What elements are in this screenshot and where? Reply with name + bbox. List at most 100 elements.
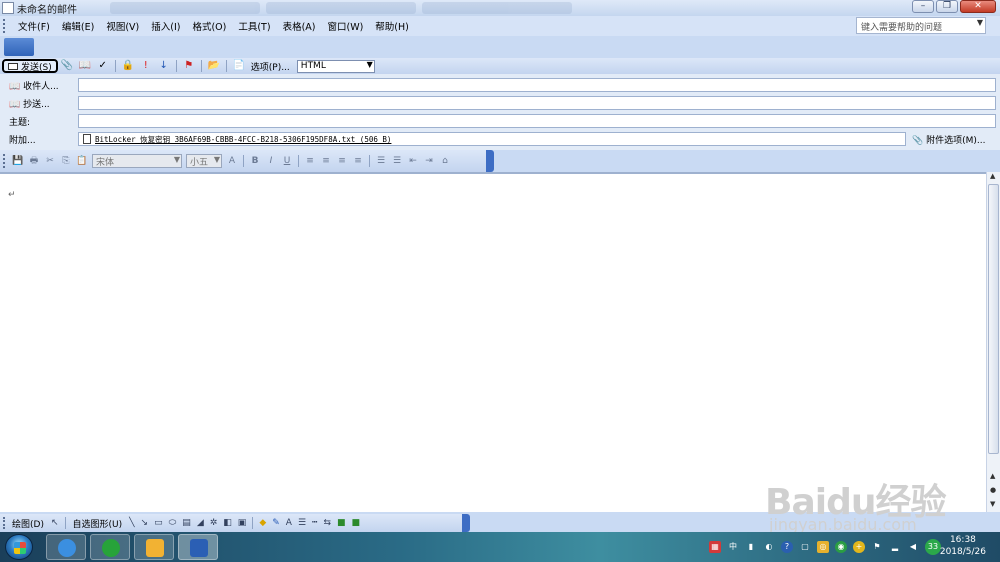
select-objects-icon[interactable]: ↖ bbox=[51, 518, 59, 528]
send-button[interactable]: 发送(S) bbox=[2, 59, 58, 73]
message-format-select[interactable]: HTML ▼ bbox=[296, 59, 375, 73]
app-tray-icon[interactable]: ◉ bbox=[835, 541, 847, 553]
previous-page-icon[interactable]: ▲ bbox=[990, 472, 995, 480]
align-center-icon[interactable]: ≡ bbox=[320, 156, 332, 166]
paste-icon[interactable]: 📋 bbox=[76, 156, 88, 166]
line-color-icon[interactable]: ✎ bbox=[272, 518, 280, 528]
low-importance-icon[interactable]: ↓ bbox=[158, 60, 170, 72]
attach-label[interactable]: 附加... bbox=[9, 133, 36, 146]
save-icon[interactable]: 💾 bbox=[12, 156, 24, 166]
bullet-list-icon[interactable]: ☰ bbox=[391, 156, 403, 166]
fill-color-icon[interactable]: ◆ bbox=[259, 518, 266, 528]
dash-style-icon[interactable]: ┅ bbox=[312, 518, 317, 528]
help-search-input[interactable]: 键入需要帮助的问题 ▼ bbox=[856, 17, 986, 34]
badge-icon[interactable]: 33 bbox=[925, 539, 941, 555]
folder-icon[interactable]: 📂 bbox=[208, 60, 220, 72]
taskbar-app-browser[interactable] bbox=[90, 534, 130, 560]
to-field[interactable] bbox=[78, 78, 996, 92]
autoshapes-button[interactable]: 自选图形(U) bbox=[73, 517, 123, 530]
close-button[interactable]: ✕ bbox=[960, 0, 996, 13]
toolbar-grip-icon[interactable] bbox=[3, 517, 6, 529]
format-painter-icon[interactable]: ⌂ bbox=[439, 156, 451, 166]
arrow-icon[interactable]: ↘ bbox=[141, 518, 149, 528]
scrollbar-thumb[interactable] bbox=[988, 184, 999, 454]
print-icon[interactable]: 🖶 bbox=[28, 153, 40, 169]
attachment-options-button[interactable]: 📎 附件选项(M)... bbox=[912, 133, 985, 146]
increase-indent-icon[interactable]: ⇥ bbox=[423, 156, 435, 166]
taskbar-app-outlook[interactable] bbox=[134, 534, 174, 560]
font-color-icon[interactable]: A bbox=[286, 518, 292, 528]
align-left-icon[interactable]: ≡ bbox=[304, 156, 316, 166]
highlight-color-icon[interactable]: A bbox=[226, 156, 238, 166]
address-book-icon[interactable]: 📖 bbox=[79, 60, 91, 72]
3d-style-icon[interactable]: ■ bbox=[352, 518, 361, 528]
taskbar-app-ie[interactable] bbox=[46, 534, 86, 560]
minimize-button[interactable]: – bbox=[912, 0, 934, 13]
menu-edit[interactable]: 编辑(E) bbox=[56, 19, 100, 33]
collapsed-toolbar[interactable] bbox=[4, 38, 34, 56]
attachment-field[interactable]: BitLocker 恢复密钥 3B6AF69B-CBBB-4FCC-B218-5… bbox=[78, 132, 906, 146]
network-icon[interactable]: ▂ bbox=[889, 541, 901, 553]
line-style-icon[interactable]: ☰ bbox=[298, 518, 306, 528]
decrease-indent-icon[interactable]: ⇤ bbox=[407, 156, 419, 166]
permission-icon[interactable]: 🔒 bbox=[122, 60, 134, 72]
menu-format[interactable]: 格式(O) bbox=[186, 19, 232, 33]
toolbar-overflow-button[interactable] bbox=[486, 150, 494, 172]
textbox-icon[interactable]: ▤ bbox=[182, 518, 191, 528]
scroll-up-icon[interactable]: ▲ bbox=[990, 172, 995, 180]
check-names-icon[interactable]: ✓ bbox=[97, 60, 109, 72]
menu-file[interactable]: 文件(F) bbox=[12, 19, 56, 33]
select-browse-object-icon[interactable]: ● bbox=[990, 486, 996, 494]
numbered-list-icon[interactable]: ☰ bbox=[375, 156, 387, 166]
menu-help[interactable]: 帮助(H) bbox=[369, 19, 415, 33]
clipart-icon[interactable]: ◧ bbox=[223, 518, 232, 528]
add-icon[interactable]: + bbox=[853, 541, 865, 553]
menu-window[interactable]: 窗口(W) bbox=[321, 19, 369, 33]
start-button[interactable] bbox=[5, 534, 33, 560]
arrow-style-icon[interactable]: ⇆ bbox=[323, 518, 331, 528]
menu-tools[interactable]: 工具(T) bbox=[232, 19, 276, 33]
menu-view[interactable]: 视图(V) bbox=[100, 19, 145, 33]
align-right-icon[interactable]: ≡ bbox=[336, 156, 348, 166]
underline-button[interactable]: U bbox=[281, 156, 293, 166]
picture-icon[interactable]: ▣ bbox=[238, 518, 247, 528]
line-icon[interactable]: ╲ bbox=[129, 518, 134, 528]
language-indicator[interactable]: 中 bbox=[727, 541, 739, 553]
bold-button[interactable]: B bbox=[249, 156, 261, 166]
next-page-icon[interactable]: ▼ bbox=[990, 500, 995, 508]
wordart-icon[interactable]: ◢ bbox=[197, 518, 204, 528]
italic-button[interactable]: I bbox=[265, 156, 277, 166]
font-size-select[interactable]: 小五 ▼ bbox=[186, 154, 222, 168]
to-label[interactable]: 📖 收件人... bbox=[9, 79, 59, 92]
ime-options-icon[interactable]: ◐ bbox=[763, 541, 775, 553]
toolbar-overflow-button[interactable] bbox=[462, 514, 470, 532]
font-name-select[interactable]: 宋体 ▼ bbox=[92, 154, 182, 168]
justify-icon[interactable]: ≡ bbox=[352, 156, 364, 166]
subject-field[interactable] bbox=[78, 114, 996, 128]
copy-icon[interactable]: ⎘ bbox=[60, 156, 72, 166]
input-method-icon[interactable]: ▦ bbox=[709, 541, 721, 553]
diagram-icon[interactable]: ✲ bbox=[210, 518, 218, 528]
help-icon[interactable]: ? bbox=[781, 541, 793, 553]
shadow-icon[interactable]: ■ bbox=[337, 518, 346, 528]
cc-field[interactable] bbox=[78, 96, 996, 110]
taskbar-app-word[interactable] bbox=[178, 534, 218, 560]
flag-tray-icon[interactable]: ⚑ bbox=[871, 541, 883, 553]
toolbar-grip-icon[interactable] bbox=[3, 154, 6, 168]
vertical-scrollbar[interactable]: ▲ ▲ ● ▼ bbox=[986, 172, 1000, 512]
high-importance-icon[interactable]: ! bbox=[140, 60, 152, 72]
menu-insert[interactable]: 插入(I) bbox=[145, 19, 186, 33]
options-button[interactable]: 选项(P)... bbox=[248, 60, 293, 73]
draw-menu-button[interactable]: 绘图(D) bbox=[12, 517, 44, 530]
attachment-file-link[interactable]: BitLocker 恢复密钥 3B6AF69B-CBBB-4FCC-B218-5… bbox=[95, 134, 391, 145]
rectangle-icon[interactable]: ▭ bbox=[154, 518, 163, 528]
paperclip-icon[interactable]: 📎 bbox=[61, 60, 73, 72]
cc-label[interactable]: 📖 抄送... bbox=[9, 97, 50, 110]
toolbar-grip-icon[interactable] bbox=[3, 19, 6, 33]
flag-icon[interactable]: ⚑ bbox=[183, 60, 195, 72]
menu-table[interactable]: 表格(A) bbox=[277, 19, 322, 33]
cut-icon[interactable]: ✂ bbox=[44, 156, 56, 166]
restore-button[interactable]: ❐ bbox=[936, 0, 958, 13]
notify-icon[interactable]: ▢ bbox=[799, 541, 811, 553]
punctuation-icon[interactable]: ▮ bbox=[745, 541, 757, 553]
